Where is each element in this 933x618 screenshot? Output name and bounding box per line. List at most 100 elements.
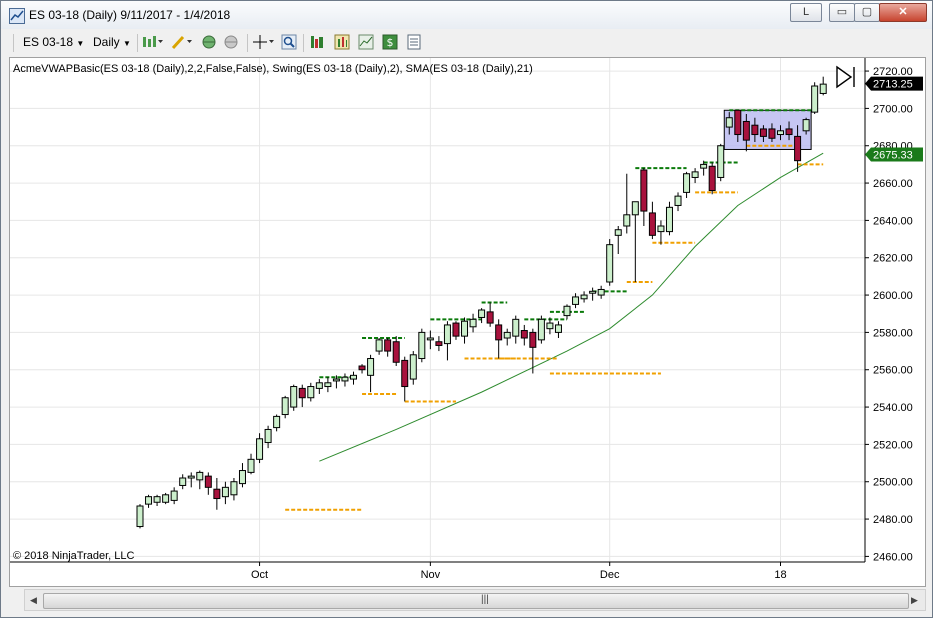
skip-to-end-icon[interactable] xyxy=(836,65,855,89)
copyright-label: © 2018 NinjaTrader, LLC xyxy=(13,550,134,562)
candle-down xyxy=(435,341,443,346)
indicator-label: AcmeVWAPBasic(ES 03-18 (Daily),2,2,False… xyxy=(13,63,533,75)
candle-up xyxy=(546,322,554,330)
candle-down xyxy=(751,124,759,136)
svg-text:$: $ xyxy=(387,36,394,49)
candle-up xyxy=(572,296,580,305)
draw-pencil-icon[interactable] xyxy=(171,34,193,50)
candle-up xyxy=(580,294,588,300)
toolbar-grip xyxy=(13,34,14,52)
candle-up xyxy=(443,324,451,345)
y-tick-label: 2620.00 xyxy=(873,253,913,265)
candle-down xyxy=(384,339,392,352)
price-chart[interactable]: 2460.00 2480.00 2500.00 2520.00 2540.00 2560.… xyxy=(10,58,925,586)
link-button[interactable]: L xyxy=(790,3,822,22)
candle-up xyxy=(631,201,639,216)
candle-up xyxy=(290,386,298,408)
candle-up xyxy=(589,290,597,294)
candle-up xyxy=(597,288,605,296)
y-tick-label: 2460.00 xyxy=(873,551,913,563)
candle-down xyxy=(298,387,306,399)
candle-up xyxy=(691,171,699,178)
bars-type-icon[interactable] xyxy=(142,34,164,50)
candle-up xyxy=(418,331,426,360)
chart-window: ES 03-18 (Daily) 9/11/2017 - 1/4/2018 L … xyxy=(0,0,933,618)
x-tick-label: Nov xyxy=(421,569,441,581)
candle-up xyxy=(375,339,383,352)
candle-up xyxy=(341,376,349,382)
chart-trader-icon[interactable] xyxy=(358,34,374,50)
candle-up xyxy=(350,374,357,380)
candle-up xyxy=(281,397,289,416)
maximize-button[interactable]: ▢ xyxy=(854,3,880,22)
candle-up xyxy=(777,130,784,136)
data-box-icon[interactable] xyxy=(406,34,422,50)
title-bar[interactable]: ES 03-18 (Daily) 9/11/2017 - 1/4/2018 L … xyxy=(1,1,932,29)
sma-price-marker: 2675.33 xyxy=(865,147,923,162)
swing-lines xyxy=(285,109,824,511)
properties-icon[interactable] xyxy=(334,34,350,50)
horizontal-scrollbar[interactable]: ◀ ||| ▶ xyxy=(24,589,926,611)
chart-toolbar: ES 03-18 ▼ Daily ▼ $ xyxy=(9,31,924,55)
dollar-icon[interactable]: $ xyxy=(382,34,398,50)
candle-down xyxy=(794,135,802,162)
close-button[interactable]: ✕ xyxy=(879,3,927,22)
candle-up xyxy=(332,378,340,382)
candle-up xyxy=(503,331,511,339)
interval-selector[interactable]: Daily ▼ xyxy=(93,35,131,49)
candle-up xyxy=(700,163,708,169)
window-title: ES 03-18 (Daily) 9/11/2017 - 1/4/2018 xyxy=(29,8,231,22)
y-tick-label: 2540.00 xyxy=(873,402,913,414)
y-tick-label: 2600.00 xyxy=(873,290,913,302)
sma-line xyxy=(319,152,824,462)
candle-up xyxy=(537,318,545,341)
candle-up xyxy=(554,324,562,333)
y-tick-label: 2520.00 xyxy=(873,439,913,451)
y-tick-label: 2580.00 xyxy=(873,327,913,339)
candle-up xyxy=(170,490,178,501)
y-tick-label: 2480.00 xyxy=(873,514,913,526)
strategy-icon[interactable] xyxy=(309,34,325,50)
candle-up xyxy=(665,206,673,233)
candle-up xyxy=(273,415,281,429)
x-tick-label: Oct xyxy=(251,569,268,581)
crosshair-icon[interactable] xyxy=(253,34,275,50)
scrollbar-thumb[interactable]: ||| xyxy=(43,593,909,609)
candle-up xyxy=(469,318,477,328)
sma-price-label: 2675.33 xyxy=(873,149,913,161)
candle-up xyxy=(725,117,733,128)
toolbar-separator xyxy=(247,34,248,52)
zoom-icon[interactable] xyxy=(281,34,297,50)
candle-up xyxy=(614,229,622,236)
candle-down xyxy=(204,475,212,488)
candle-up xyxy=(230,481,238,496)
scrollbar-grip-icon: ||| xyxy=(481,594,489,605)
candle-down xyxy=(486,311,494,324)
candle-up xyxy=(179,477,187,486)
candle-down xyxy=(520,330,528,339)
interval-label: Daily xyxy=(93,35,120,49)
globe-gray-icon[interactable] xyxy=(223,34,239,50)
scroll-left-arrow-icon[interactable]: ◀ xyxy=(30,595,37,606)
candle-down xyxy=(495,324,503,341)
y-axis: 2460.00 2480.00 2500.00 2520.00 2540.00 2560.… xyxy=(865,66,913,563)
instrument-selector[interactable]: ES 03-18 ▼ xyxy=(23,35,84,49)
candle-up xyxy=(512,318,520,337)
candle-up xyxy=(238,470,246,485)
chart-panel[interactable]: 2460.00 2480.00 2500.00 2520.00 2540.00 2560.… xyxy=(9,57,926,587)
y-tick-label: 2700.00 xyxy=(873,103,913,115)
candle-up xyxy=(315,382,323,389)
candle-up xyxy=(187,475,195,479)
last-price-label: 2713.25 xyxy=(873,79,913,91)
scroll-right-arrow-icon[interactable]: ▶ xyxy=(911,595,918,606)
globe-icon[interactable] xyxy=(201,34,217,50)
candle-down xyxy=(640,169,648,212)
candle-up xyxy=(478,309,486,318)
candle-up xyxy=(196,471,204,481)
y-tick-label: 2560.00 xyxy=(873,365,913,377)
minimize-button[interactable]: ▭ xyxy=(829,3,855,22)
candle-up xyxy=(221,486,229,498)
candle-down xyxy=(759,128,767,137)
candle-up xyxy=(606,244,614,283)
candle-up xyxy=(256,438,264,460)
